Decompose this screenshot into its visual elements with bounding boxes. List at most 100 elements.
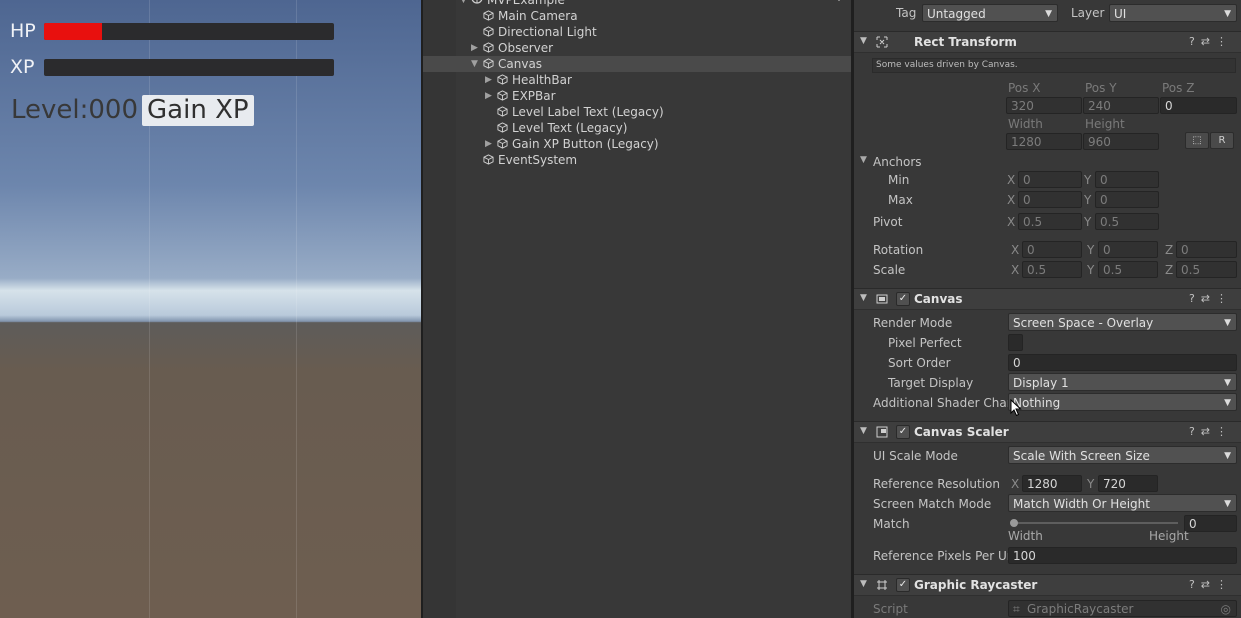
pivot-y-field[interactable]: 0.5 [1095, 213, 1159, 230]
pos-y-field[interactable]: 240 [1083, 97, 1159, 114]
hierarchy-item[interactable]: EventSystem [423, 152, 851, 168]
hierarchy-item[interactable]: ▶ EXPBar [423, 88, 851, 104]
raw-edit-button[interactable]: R [1210, 132, 1234, 149]
rotation-y-field[interactable]: 0 [1098, 241, 1158, 258]
component-header-buttons[interactable]: ?⇄⋮ [1189, 292, 1233, 305]
hierarchy-item-selected[interactable]: ▼ Canvas [423, 56, 851, 72]
canvas-scaler-icon [876, 426, 888, 438]
help-icon[interactable]: ? [1189, 578, 1201, 591]
more-options-icon[interactable]: ⋮ [1216, 578, 1233, 591]
ui-scale-mode-dropdown[interactable]: Scale With Screen Size ▼ [1008, 446, 1237, 464]
ui-scale-mode-label: UI Scale Mode [873, 449, 958, 463]
chevron-down-icon: ▼ [1224, 398, 1231, 408]
more-options-icon[interactable]: ⋮ [1216, 292, 1233, 305]
anchor-min-x-field[interactable]: 0 [1018, 171, 1082, 188]
more-options-icon[interactable]: ⋮ [833, 0, 845, 4]
collapsed-arrow-icon[interactable]: ▶ [485, 136, 492, 152]
sort-order-field[interactable]: 0 [1008, 354, 1237, 371]
object-picker-icon[interactable]: ◎ [1221, 601, 1231, 616]
more-options-icon[interactable]: ⋮ [1216, 425, 1233, 438]
preset-icon[interactable]: ⇄ [1201, 292, 1216, 305]
canvas-scaler-header[interactable]: ▼ ✓ Canvas Scaler ?⇄⋮ [854, 421, 1241, 443]
reference-x-field[interactable]: 1280 [1022, 475, 1082, 492]
pixel-perfect-checkbox[interactable] [1008, 334, 1023, 351]
rotation-z-field[interactable]: 0 [1176, 241, 1237, 258]
hierarchy-item[interactable]: ▶ Observer [423, 40, 851, 56]
help-icon[interactable]: ? [1189, 292, 1201, 305]
reference-y-field[interactable]: 720 [1098, 475, 1158, 492]
graphic-raycaster-header[interactable]: ▼ ✓ Graphic Raycaster ?⇄⋮ [854, 574, 1241, 596]
scale-x-field[interactable]: 0.5 [1022, 261, 1082, 278]
scale-z-field[interactable]: 0.5 [1176, 261, 1237, 278]
shader-channels-dropdown[interactable]: Nothing ▼ [1008, 393, 1237, 411]
scale-y-field[interactable]: 0.5 [1098, 261, 1158, 278]
help-icon[interactable]: ? [1189, 35, 1201, 48]
anchor-max-y-field[interactable]: 0 [1095, 191, 1159, 208]
rotation-x-field[interactable]: 0 [1022, 241, 1082, 258]
anchor-min-y-field[interactable]: 0 [1095, 171, 1159, 188]
fold-arrow-icon[interactable]: ▼ [860, 426, 867, 436]
tag-dropdown[interactable]: Untagged ▼ [922, 4, 1058, 22]
graphic-raycaster-icon [877, 580, 887, 590]
collapsed-arrow-icon[interactable]: ▶ [485, 88, 492, 104]
match-slider-knob[interactable] [1010, 519, 1018, 527]
hierarchy-item[interactable]: Main Camera [423, 8, 851, 24]
gameobject-cube-icon [483, 10, 494, 21]
hierarchy-item[interactable]: ▶ Gain XP Button (Legacy) [423, 136, 851, 152]
hierarchy-scene-row[interactable]: ▼ MVPExample ⋮ [423, 0, 851, 8]
reference-ppu-label: Reference Pixels Per Un [873, 549, 1008, 563]
grid-line [149, 0, 150, 618]
component-header-buttons[interactable]: ?⇄⋮ [1189, 35, 1233, 48]
more-options-icon[interactable]: ⋮ [1216, 35, 1233, 48]
enabled-checkbox[interactable]: ✓ [896, 292, 910, 306]
hierarchy-item[interactable]: Level Label Text (Legacy) [423, 104, 851, 120]
reference-ppu-field[interactable]: 100 [1008, 547, 1237, 564]
hierarchy-item[interactable]: Directional Light [423, 24, 851, 40]
component-header-buttons[interactable]: ?⇄⋮ [1189, 425, 1233, 438]
match-label: Match [873, 517, 910, 531]
width-label: Width [1008, 117, 1043, 131]
hierarchy-item-label: EXPBar [512, 89, 556, 103]
pos-z-label: Pos Z [1162, 81, 1195, 95]
component-header-buttons[interactable]: ?⇄⋮ [1189, 578, 1233, 591]
height-field[interactable]: 960 [1083, 133, 1159, 150]
fold-arrow-icon[interactable]: ▼ [860, 293, 867, 303]
width-field[interactable]: 1280 [1006, 133, 1082, 150]
fold-arrow-icon[interactable]: ▼ [860, 36, 867, 46]
target-display-dropdown[interactable]: Display 1 ▼ [1008, 373, 1237, 391]
hierarchy-item[interactable]: Level Text (Legacy) [423, 120, 851, 136]
pos-z-field[interactable]: 0 [1160, 97, 1237, 114]
expanded-arrow-icon[interactable]: ▼ [471, 56, 478, 72]
gameobject-cube-icon [497, 122, 508, 133]
gain-xp-button[interactable]: Gain XP [142, 94, 254, 126]
rect-transform-header[interactable]: ▼ Rect Transform ?⇄⋮ [854, 31, 1241, 53]
preset-icon[interactable]: ⇄ [1201, 578, 1216, 591]
tag-label: Tag [896, 6, 917, 20]
collapsed-arrow-icon[interactable]: ▶ [485, 72, 492, 88]
hierarchy-item-label: Observer [498, 41, 554, 55]
collapsed-arrow-icon[interactable]: ▶ [471, 40, 478, 56]
match-slider-track[interactable] [1012, 522, 1178, 524]
script-field[interactable]: ⌗ GraphicRaycaster ◎ [1008, 600, 1237, 617]
screen-match-mode-dropdown[interactable]: Match Width Or Height ▼ [1008, 494, 1237, 512]
layer-dropdown[interactable]: UI ▼ [1109, 4, 1237, 22]
preset-icon[interactable]: ⇄ [1201, 425, 1216, 438]
enabled-checkbox[interactable]: ✓ [896, 578, 910, 592]
hierarchy-item-label: Level Label Text (Legacy) [512, 105, 664, 119]
help-icon[interactable]: ? [1189, 425, 1201, 438]
expand-arrow-icon[interactable]: ▼ [460, 0, 467, 8]
grid-line [296, 0, 297, 618]
enabled-checkbox[interactable]: ✓ [896, 425, 910, 439]
anchor-max-x-field[interactable]: 0 [1018, 191, 1082, 208]
preset-icon[interactable]: ⇄ [1201, 35, 1216, 48]
fold-arrow-icon[interactable]: ▼ [860, 155, 867, 165]
sort-order-label: Sort Order [888, 356, 951, 370]
fold-arrow-icon[interactable]: ▼ [860, 579, 867, 589]
pivot-x-field[interactable]: 0.5 [1018, 213, 1082, 230]
match-value-field[interactable]: 0 [1184, 515, 1237, 532]
render-mode-dropdown[interactable]: Screen Space - Overlay ▼ [1008, 313, 1237, 331]
hierarchy-item[interactable]: ▶ HealthBar [423, 72, 851, 88]
canvas-header[interactable]: ▼ ✓ Canvas ?⇄⋮ [854, 288, 1241, 310]
blueprint-mode-button[interactable]: ⬚ [1185, 132, 1209, 149]
pos-x-field[interactable]: 320 [1006, 97, 1082, 114]
